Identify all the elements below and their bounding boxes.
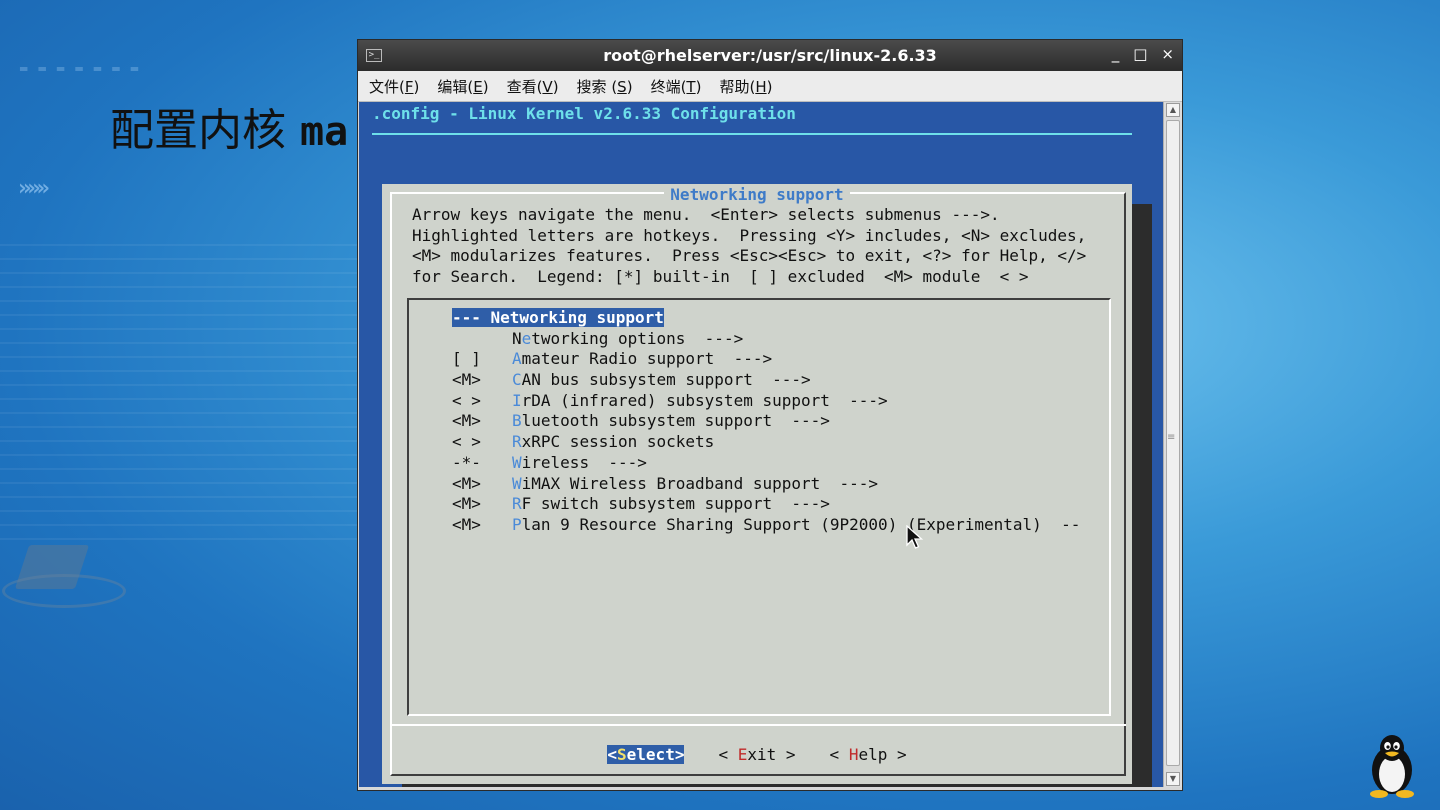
- menu-help[interactable]: 帮助(H): [719, 76, 772, 97]
- menu-item-rxrpc[interactable]: < > RxRPC session sockets: [452, 432, 1080, 453]
- menu-item-wireless[interactable]: -*- Wireless --->: [452, 453, 1080, 474]
- menu-item-wimax[interactable]: <M> WiMAX Wireless Broadband support --->: [452, 474, 1080, 495]
- close-button[interactable]: ×: [1161, 45, 1174, 63]
- select-button[interactable]: <Select>: [607, 745, 685, 764]
- window-title: root@rhelserver:/usr/src/linux-2.6.33: [603, 46, 937, 65]
- menu-terminal[interactable]: 终端(T): [651, 76, 702, 97]
- header-rule: [372, 133, 1132, 135]
- maximize-button[interactable]: □: [1133, 45, 1147, 63]
- grip-icon: ≡: [1167, 432, 1176, 443]
- slide-title-cjk: 配置内核: [110, 105, 300, 156]
- help-text: Arrow keys navigate the menu. <Enter> se…: [412, 205, 1087, 287]
- menu-item-rf-switch[interactable]: <M> RF switch subsystem support --->: [452, 494, 1080, 515]
- menu-item-networking-support[interactable]: --- Networking support: [452, 308, 1080, 329]
- menu-item-irda[interactable]: < > IrDA (infrared) subsystem support ---…: [452, 391, 1080, 412]
- menuconfig-dialog: Networking support Arrow keys navigate t…: [382, 184, 1132, 784]
- scroll-up-arrow-icon[interactable]: ▲: [1166, 103, 1180, 117]
- tux-penguin-icon: [1370, 735, 1414, 798]
- background-arrows: »»»: [18, 176, 50, 201]
- menu-item-bluetooth[interactable]: <M> Bluetooth subsystem support --->: [452, 411, 1080, 432]
- minimize-button[interactable]: _: [1112, 45, 1120, 63]
- menu-item-networking-options[interactable]: Networking options --->: [452, 329, 1080, 350]
- menu-file[interactable]: 文件(F): [369, 76, 419, 97]
- menu-view[interactable]: 查看(V): [507, 76, 559, 97]
- scrollbar-thumb[interactable]: [1166, 120, 1180, 766]
- window-titlebar[interactable]: >_ root@rhelserver:/usr/src/linux-2.6.33…: [358, 40, 1182, 71]
- menu-edit[interactable]: 编辑(E): [437, 76, 488, 97]
- menu-search[interactable]: 搜索 (S): [577, 76, 633, 97]
- menu-items: --- Networking support Networking option…: [452, 308, 1080, 536]
- background-decoration: ═ ═ ═ ═ ═ ═ ═: [20, 62, 140, 76]
- exit-button[interactable]: < Exit >: [718, 745, 795, 764]
- background-texture: [0, 240, 360, 540]
- dialog-buttons: <Select> < Exit > < Help >: [382, 745, 1132, 764]
- menu-list-box: --- Networking support Networking option…: [407, 298, 1111, 716]
- help-button[interactable]: < Help >: [830, 745, 907, 764]
- menu-item-plan9[interactable]: <M> Plan 9 Resource Sharing Support (9P20…: [452, 515, 1080, 536]
- slide-title: 配置内核 ma: [110, 94, 348, 158]
- dialog-title: Networking support: [382, 185, 1132, 204]
- window-controls: _ □ ×: [1112, 45, 1174, 63]
- menu-item-amateur-radio[interactable]: [ ] Amateur Radio support --->: [452, 349, 1080, 370]
- menu-bar: 文件(F) 编辑(E) 查看(V) 搜索 (S) 终端(T) 帮助(H): [358, 71, 1182, 102]
- scroll-down-arrow-icon[interactable]: ▼: [1166, 772, 1180, 786]
- menu-item-can-bus[interactable]: <M> CAN bus subsystem support --->: [452, 370, 1080, 391]
- button-divider: [390, 724, 1126, 726]
- terminal-window: >_ root@rhelserver:/usr/src/linux-2.6.33…: [357, 39, 1183, 791]
- vertical-scrollbar[interactable]: ▲ ≡ ▼: [1163, 102, 1182, 787]
- terminal-area[interactable]: .config - Linux Kernel v2.6.33 Configura…: [359, 102, 1163, 787]
- ring-decoration: [2, 574, 126, 608]
- slide-title-latin: ma: [300, 109, 349, 155]
- mouse-pointer-icon: [906, 525, 924, 549]
- menuconfig-header: .config - Linux Kernel v2.6.33 Configura…: [372, 104, 796, 123]
